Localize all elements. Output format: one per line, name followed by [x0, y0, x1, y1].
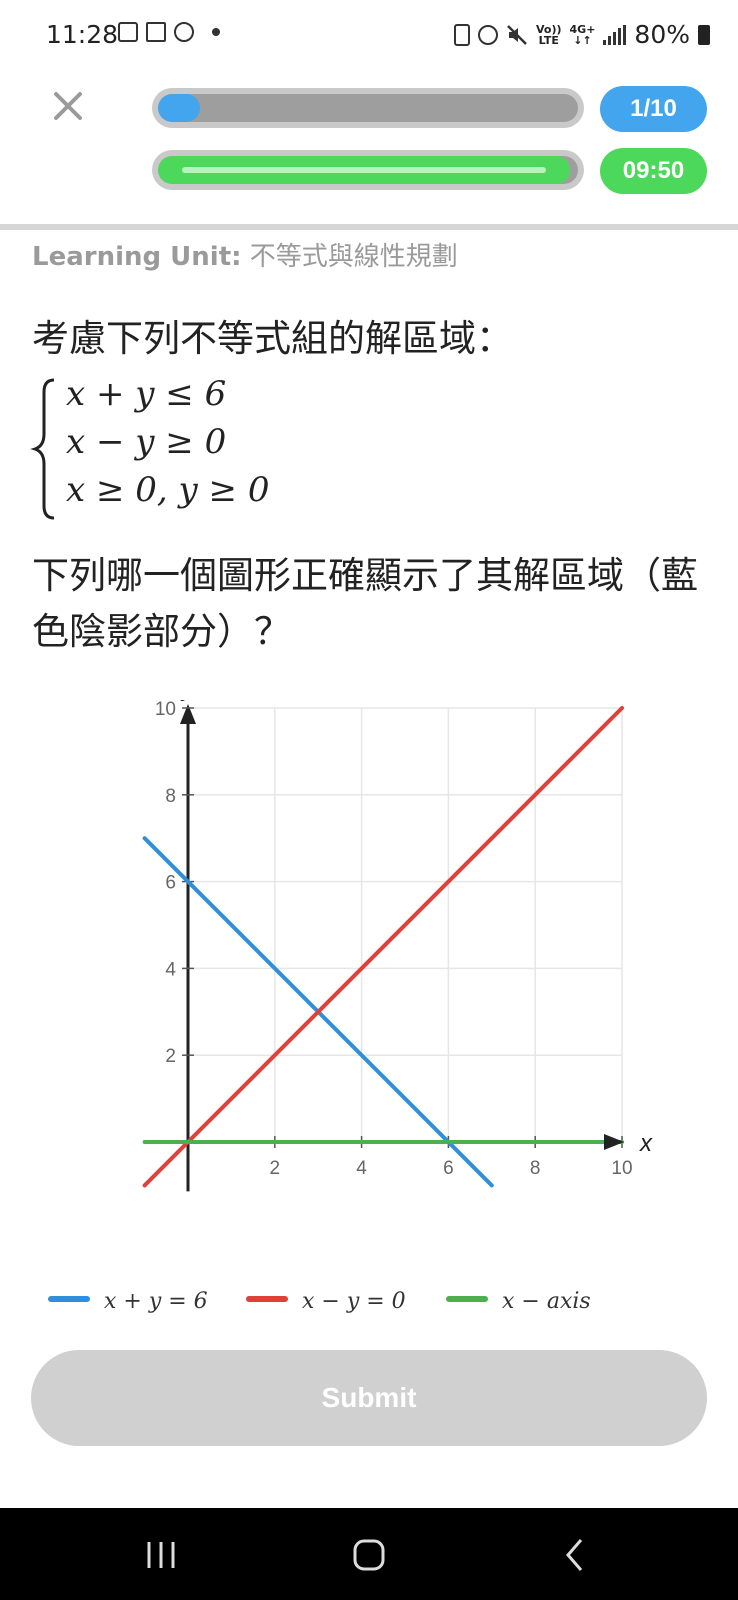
- x-axis-label: x: [639, 1130, 653, 1157]
- system-nav-bar: [0, 1508, 738, 1600]
- question-title: 考慮下列不等式組的解區域：: [32, 317, 513, 360]
- status-bar: 11:28 Vo)) LTE 4G+ ↓↑ 80%: [0, 0, 738, 70]
- back-button[interactable]: [551, 1530, 601, 1580]
- question-progress-bar: [152, 88, 584, 128]
- learning-unit: Learning Unit: 不等式與線性規劃: [32, 236, 458, 273]
- gmail-icon: [146, 22, 166, 42]
- inequality-system: x + y ≤ 6 x − y ≥ 0 x ≥ 0, y ≥ 0: [30, 374, 330, 522]
- x-tick-label: 8: [530, 1158, 541, 1179]
- data-indicator: 4G+ ↓↑: [569, 22, 596, 47]
- x-axis-arrow: [604, 1134, 624, 1150]
- x-tick-label: 4: [356, 1158, 367, 1179]
- legend-item: x − axis: [446, 1284, 591, 1314]
- x-tick-label: 10: [611, 1158, 632, 1179]
- learning-unit-prefix: Learning Unit:: [32, 242, 242, 272]
- equation-3: x ≥ 0, y ≥ 0: [66, 470, 270, 510]
- recent-apps-button[interactable]: [137, 1530, 187, 1580]
- back-icon: [566, 1539, 583, 1571]
- y-tick-label: 6: [165, 873, 176, 894]
- recent-apps-icon: [147, 1542, 175, 1568]
- equation-1: x + y ≤ 6: [66, 374, 227, 414]
- timer-bar: [152, 150, 584, 190]
- y-tick-label: 10: [155, 700, 176, 720]
- legend-item: x − y = 0: [246, 1284, 406, 1314]
- timer-label: 09:50: [600, 148, 707, 194]
- y-tick-label: 4: [165, 959, 176, 980]
- header-divider: [0, 224, 738, 230]
- volte-indicator: Vo)) LTE: [535, 22, 562, 47]
- close-icon: [54, 92, 82, 120]
- legend-label: x − axis: [502, 1288, 591, 1314]
- legend-swatch: [446, 1296, 488, 1302]
- timer-fill: [158, 156, 570, 184]
- y-tick-label: 8: [165, 786, 176, 807]
- question-prompt: 下列哪一個圖形正確顯示了其解區域（藍色陰影部分）？: [32, 554, 698, 653]
- graph-svg: 2 4 6 8 10 2 4 6 8 10 x y: [142, 675, 653, 1192]
- close-button[interactable]: [50, 88, 86, 124]
- battery-icon: [698, 24, 710, 45]
- notification-icons: [118, 22, 220, 42]
- x-tick-label: 2: [270, 1158, 281, 1179]
- legend-swatch: [48, 1296, 90, 1302]
- y-tick-label: 2: [165, 1046, 176, 1067]
- legend-label: x − y = 0: [302, 1288, 406, 1314]
- legend-label: x + y = 6: [104, 1288, 208, 1314]
- system-status-icons: Vo)) LTE 4G+ ↓↑ 80%: [453, 20, 710, 49]
- app-icon: [174, 22, 194, 42]
- home-button[interactable]: [344, 1530, 394, 1580]
- legend-item: x + y = 6: [48, 1284, 208, 1314]
- signal-icon: [603, 24, 627, 45]
- alarm-icon: [477, 24, 498, 45]
- battery-percent: 80%: [634, 20, 690, 49]
- gallery-icon: [118, 22, 138, 42]
- series-line-2: [142, 706, 624, 1188]
- legend-swatch: [246, 1296, 288, 1302]
- y-axis-arrow: [180, 704, 196, 724]
- battery-saver-icon: [453, 23, 470, 46]
- more-notifications-icon: [212, 28, 220, 36]
- submit-button[interactable]: Submit: [31, 1350, 707, 1446]
- left-brace: [30, 378, 55, 520]
- home-icon: [353, 1539, 385, 1571]
- x-tick-label: 6: [443, 1158, 454, 1179]
- mute-icon: [507, 24, 527, 45]
- learning-unit-name: 不等式與線性規劃: [249, 242, 458, 272]
- question-counter: 1/10: [600, 86, 707, 132]
- equation-2: x − y ≥ 0: [66, 422, 227, 462]
- y-axis-label: y: [180, 700, 196, 702]
- status-time: 11:28: [46, 20, 119, 49]
- chart-legend: x + y = 6 x − y = 0 x − axis: [48, 1284, 708, 1314]
- graph-option: 2 4 6 8 10 2 4 6 8 10 x y: [130, 675, 670, 1220]
- progress-fill: [158, 94, 200, 122]
